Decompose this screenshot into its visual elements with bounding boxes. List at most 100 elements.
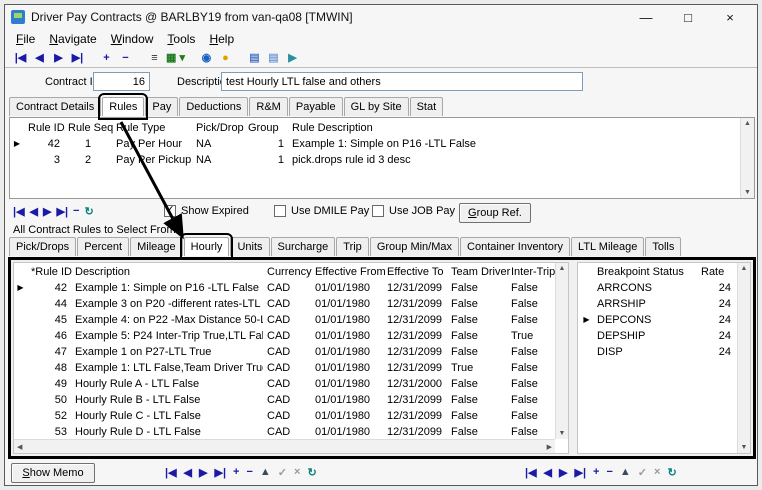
group-ref-button[interactable]: Group Ref. (459, 203, 531, 223)
tab-pay[interactable]: Pay (145, 97, 178, 116)
tab-percent[interactable]: Percent (77, 237, 129, 256)
tab-trip[interactable]: Trip (336, 237, 369, 256)
rules-grid-row[interactable]: ▶421Pay Per HourNA1Example 1: Simple on … (10, 136, 740, 152)
hourly-grid-row[interactable]: 53Hourly Rule D - LTL FalseCAD01/01/1980… (14, 424, 555, 439)
tab-deductions[interactable]: Deductions (179, 97, 248, 116)
column-header[interactable]: *Rule ID (27, 264, 71, 280)
tab-payable[interactable]: Payable (289, 97, 343, 116)
tab-rules[interactable]: Rules (102, 97, 144, 116)
hourly-grid-row[interactable]: 49Hourly Rule A - LTL FalseCAD01/01/1980… (14, 376, 555, 392)
column-header[interactable]: Rule Description (288, 120, 740, 136)
hourly-grid-row[interactable]: 47Example 1 on P27-LTL TrueCAD01/01/1980… (14, 344, 555, 360)
move-up-icon[interactable]: ▲ (260, 466, 271, 479)
hourly-grid-vertical-scrollbar[interactable]: ▲ ▼ (555, 263, 568, 439)
prev-record-icon[interactable]: ◀ (30, 205, 38, 218)
move-up-icon[interactable]: ▲ (620, 466, 631, 479)
column-header[interactable]: Team Driver (447, 264, 507, 280)
tab-stat[interactable]: Stat (410, 97, 444, 116)
column-header[interactable]: Effective From (311, 264, 383, 280)
globe-icon[interactable]: ◉ (199, 51, 214, 64)
column-header[interactable]: Group (244, 120, 288, 136)
column-header[interactable]: Rule ID (24, 120, 64, 136)
scroll-left-icon[interactable]: ◀ (14, 443, 25, 451)
delete-row-icon[interactable]: − (73, 205, 79, 218)
checkbox-icon[interactable] (372, 205, 384, 217)
tab-gl-by-site[interactable]: GL by Site (344, 97, 409, 116)
column-header[interactable]: Breakpoint Status (593, 264, 697, 280)
hourly-grid-row[interactable]: 44Example 3 on P20 -different rates-LTL … (14, 296, 555, 312)
breakpoint-grid-row[interactable]: ▶DEPCONS24 (580, 312, 737, 328)
menu-navigate[interactable]: Navigate (42, 31, 103, 47)
field-list-icon[interactable]: ≡ (147, 52, 162, 64)
hourly-grid-row[interactable]: 50Hourly Rule B - LTL FalseCAD01/01/1980… (14, 392, 555, 408)
tab-units[interactable]: Units (230, 237, 269, 256)
show-memo-button[interactable]: Show Memo (11, 463, 95, 483)
scroll-down-icon[interactable]: ▼ (738, 442, 750, 453)
column-header[interactable]: Description (71, 264, 263, 280)
breakpoint-grid-row[interactable]: DEPSHIP24 (580, 328, 737, 344)
refresh-icon[interactable]: ↻ (84, 205, 93, 218)
last-record-icon[interactable]: ▶| (70, 51, 85, 64)
insert-row-icon[interactable]: + (593, 466, 599, 479)
tab-contract-details[interactable]: Contract Details (9, 97, 101, 116)
delete-row-icon[interactable]: − (606, 466, 612, 479)
close-icon[interactable]: × (709, 10, 751, 25)
rules-grid-row[interactable]: 32Pay Per PickupNA1pick.drops rule id 3 … (10, 152, 740, 168)
tab-hourly[interactable]: Hourly (184, 237, 230, 256)
last-record-icon[interactable]: ▶| (56, 205, 68, 218)
hourly-grid-row[interactable]: 45Example 4: on P22 -Max Distance 50-LTL… (14, 312, 555, 328)
tab-group-min-max[interactable]: Group Min/Max (370, 237, 459, 256)
notes-icon[interactable]: ▤ (266, 51, 281, 64)
copy-icon[interactable]: ▤ (247, 51, 262, 64)
first-record-icon[interactable]: |◀ (13, 51, 28, 64)
delete-row-icon[interactable]: − (246, 466, 252, 479)
last-record-icon[interactable]: ▶| (214, 466, 226, 479)
tab-r-m[interactable]: R&M (249, 97, 287, 116)
insert-row-icon[interactable]: + (233, 466, 239, 479)
menu-window[interactable]: Window (104, 31, 161, 47)
scroll-up-icon[interactable]: ▲ (556, 263, 568, 274)
scroll-right-icon[interactable]: ▶ (544, 443, 555, 451)
first-record-icon[interactable]: |◀ (165, 466, 177, 479)
breakpoint-grid-row[interactable]: ARRCONS24 (580, 280, 737, 296)
prev-record-icon[interactable]: ◀ (544, 466, 552, 479)
tab-pick-drops[interactable]: Pick/Drops (9, 237, 76, 256)
show-expired-checkbox[interactable]: Show Expired (164, 205, 249, 217)
breakpoint-grid-row[interactable]: DISP24 (580, 344, 737, 360)
hourly-grid-row[interactable]: ▶42Example 1: Simple on P16 -LTL FalseCA… (14, 280, 555, 296)
cancel-icon[interactable]: × (294, 466, 300, 479)
scroll-up-icon[interactable]: ▲ (738, 263, 750, 274)
refresh-icon[interactable]: ↻ (667, 466, 676, 479)
next-record-icon[interactable]: ▶ (51, 51, 66, 64)
breakpoint-grid-row[interactable]: ARRSHIP24 (580, 296, 737, 312)
contract-id-input[interactable] (93, 72, 150, 91)
tab-ltl-mileage[interactable]: LTL Mileage (571, 237, 644, 256)
refresh-icon[interactable]: ↻ (307, 466, 316, 479)
first-record-icon[interactable]: |◀ (13, 205, 25, 218)
accept-icon[interactable]: ✓ (638, 466, 647, 479)
tab-tolls[interactable]: Tolls (645, 237, 681, 256)
next-record-icon[interactable]: ▶ (199, 466, 207, 479)
column-header[interactable]: Currency (263, 264, 311, 280)
column-header[interactable]: Rule Type (112, 120, 192, 136)
hourly-grid-row[interactable]: 48Example 1: LTL False,Team Driver TrueC… (14, 360, 555, 376)
column-header[interactable]: Inter-Trip (507, 264, 547, 280)
menu-help[interactable]: Help (202, 31, 241, 47)
prev-record-icon[interactable]: ◀ (32, 51, 47, 64)
prev-record-icon[interactable]: ◀ (184, 466, 192, 479)
scroll-down-icon[interactable]: ▼ (741, 187, 754, 198)
hourly-grid-row[interactable]: 46Example 5: P24 Inter-Trip True,LTL Fal… (14, 328, 555, 344)
column-header[interactable]: Rate (697, 264, 735, 280)
first-record-icon[interactable]: |◀ (525, 466, 537, 479)
minimize-icon[interactable]: — (625, 10, 667, 25)
use-job-pay-checkbox[interactable]: Use JOB Pay (372, 205, 455, 217)
hourly-grid-row[interactable]: 52Hourly Rule C - LTL FalseCAD01/01/1980… (14, 408, 555, 424)
tab-container-inventory[interactable]: Container Inventory (460, 237, 570, 256)
maximize-icon[interactable]: □ (667, 10, 709, 25)
menu-file[interactable]: File (9, 31, 42, 47)
description-input[interactable] (221, 72, 583, 91)
breakpoint-vertical-scrollbar[interactable]: ▲ ▼ (737, 263, 750, 453)
next-record-icon[interactable]: ▶ (559, 466, 567, 479)
hourly-grid-horizontal-scrollbar[interactable]: ◀ ▶ (14, 439, 555, 453)
checkbox-icon[interactable] (164, 205, 176, 217)
